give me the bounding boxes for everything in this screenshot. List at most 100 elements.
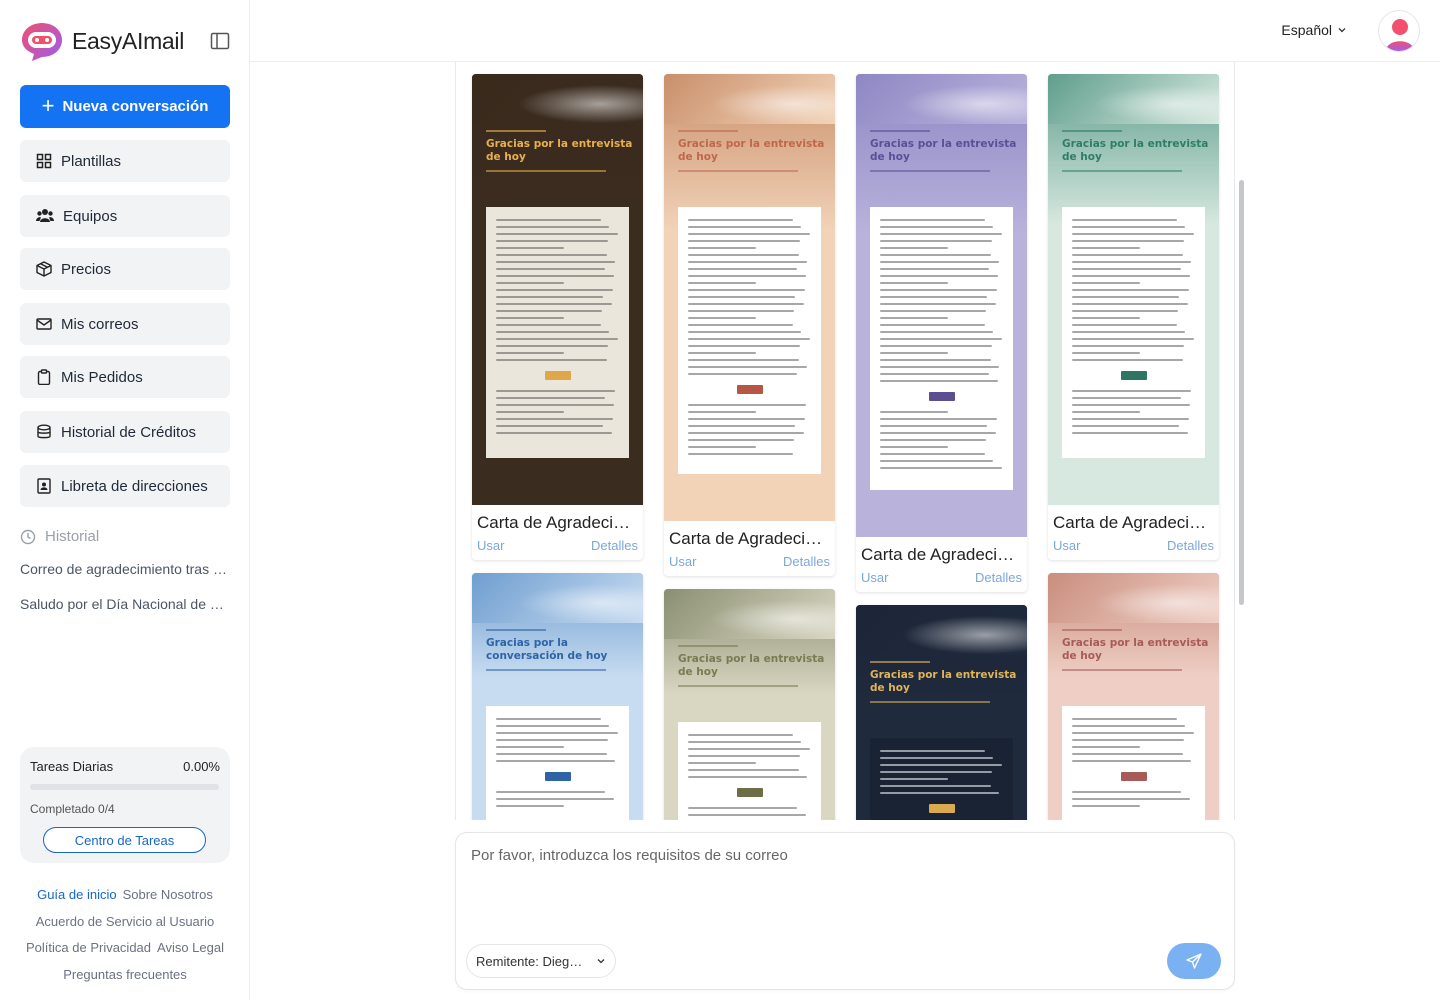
tasks-percent: 0.00% (183, 759, 220, 774)
template-card[interactable]: Gracias por la entrevista de hoyCarta de… (472, 74, 643, 560)
template-photo (472, 74, 643, 124)
sidebar-item-label: Plantillas (61, 152, 122, 170)
template-text-line (688, 268, 798, 270)
history-item[interactable]: Saludo por el Día Nacional de China (20, 596, 230, 612)
template-heading: Gracias por la entrevista de hoy (678, 138, 825, 163)
logo[interactable]: EasyAImail (20, 20, 230, 64)
template-kicker (1062, 130, 1122, 132)
send-icon (1186, 953, 1202, 969)
template-preview-image: Gracias por la conversación de hoy (472, 573, 643, 820)
use-template-link[interactable]: Usar (669, 554, 696, 570)
user-avatar[interactable] (1378, 10, 1420, 52)
template-text-line (688, 275, 807, 277)
template-text-line (880, 303, 996, 305)
template-details-link[interactable]: Detalles (591, 538, 638, 554)
history-item[interactable]: Correo de agradecimiento tras entrevista (20, 561, 230, 577)
sidebar-toggle-icon[interactable] (210, 32, 230, 50)
template-card[interactable]: Gracias por la entrevista de hoyCarta de… (1048, 573, 1219, 820)
template-text-line (496, 310, 602, 312)
template-text-line (688, 418, 805, 420)
getting-started-link[interactable]: Guía de inicio (37, 887, 117, 902)
template-text-line (880, 366, 1000, 368)
sidebar-item-label: Equipos (63, 207, 118, 225)
template-card[interactable]: Gracias por la entrevista de hoyCarta de… (664, 589, 835, 820)
template-preview-image: Gracias por la entrevista de hoy (472, 74, 643, 505)
sidebar-item-mis-pedidos[interactable]: Mis Pedidos (20, 356, 230, 398)
template-text-line (880, 254, 991, 256)
template-text-line (688, 762, 756, 764)
template-text-line (688, 331, 802, 333)
template-text-line (1072, 732, 1194, 734)
template-preview-image: Gracias por la entrevista de hoy (664, 74, 835, 521)
use-template-link[interactable]: Usar (861, 570, 888, 586)
template-card[interactable]: Gracias por la entrevista de hoyCarta de… (856, 605, 1027, 820)
sidebar-item-equipos[interactable]: Equipos (20, 195, 230, 237)
template-text-line (688, 425, 795, 427)
template-text-line (496, 798, 615, 800)
template-text-line (1072, 219, 1177, 221)
template-card[interactable]: Gracias por la entrevista de hoyCarta de… (664, 74, 835, 576)
template-kicker (678, 645, 738, 647)
template-text-line (880, 240, 992, 242)
template-text-line (880, 268, 990, 270)
template-details-link[interactable]: Detalles (783, 554, 830, 570)
template-card[interactable]: Gracias por la entrevista de hoyCarta de… (1048, 74, 1219, 560)
new-conversation-button[interactable]: + Nueva conversación (20, 85, 230, 128)
template-text-line (496, 805, 564, 807)
language-selector[interactable]: Español (1281, 22, 1347, 38)
sidebar-item-label: Precios (61, 260, 112, 278)
sidebar-item-mis-correos[interactable]: Mis correos (20, 303, 230, 345)
template-text-line (1072, 289, 1189, 291)
requirements-input[interactable] (471, 847, 1211, 927)
faq-link[interactable]: Preguntas frecuentes (63, 967, 187, 982)
template-text-line (880, 750, 985, 752)
template-text-line (688, 247, 756, 249)
top-bar: Español (250, 0, 1440, 62)
about-link[interactable]: Sobre Nosotros (123, 887, 213, 902)
sidebar-item-precios[interactable]: Precios (20, 248, 230, 290)
template-photo (664, 74, 835, 124)
template-text-line (496, 275, 615, 277)
template-text-line (880, 460, 994, 462)
sender-select[interactable]: Remitente: Diego Martínez (466, 944, 616, 978)
template-preview-image: Gracias por la entrevista de hoy (1048, 74, 1219, 505)
template-text-line (496, 418, 613, 420)
template-text-line (880, 345, 992, 347)
template-text-line (880, 317, 948, 319)
use-template-link[interactable]: Usar (1053, 538, 1080, 554)
template-text-line (880, 275, 999, 277)
template-details-link[interactable]: Detalles (975, 570, 1022, 586)
template-photo (1048, 573, 1219, 623)
template-text-line (496, 397, 606, 399)
sidebar-item-historial-creditos[interactable]: Historial de Créditos (20, 411, 230, 453)
template-card[interactable]: Gracias por la entrevista de hoyCarta de… (856, 74, 1027, 592)
template-card[interactable]: Gracias por la conversación de hoyCarta … (472, 573, 643, 820)
tasks-progress-bar (30, 784, 219, 790)
clipboard-icon (37, 369, 51, 385)
gallery-scrollbar[interactable] (1239, 180, 1244, 605)
sidebar-item-plantillas[interactable]: Plantillas (20, 140, 230, 182)
daily-tasks-card: Tareas Diarias 0.00% Completado 0/4 Cent… (20, 747, 230, 863)
template-text-line (1072, 432, 1188, 434)
template-letter-body (1062, 207, 1205, 458)
template-text-line (496, 732, 618, 734)
template-button-mark (736, 385, 763, 394)
privacy-link[interactable]: Política de Privacidad (26, 940, 151, 955)
template-text-line (880, 446, 948, 448)
footer-links: Guía de inicio Sobre Nosotros Acuerdo de … (0, 882, 250, 988)
history-header: Historial (20, 528, 99, 545)
template-text-line (496, 791, 606, 793)
legal-link[interactable]: Aviso Legal (157, 940, 224, 955)
template-details-link[interactable]: Detalles (1167, 538, 1214, 554)
template-text-line (880, 453, 985, 455)
terms-link[interactable]: Acuerdo de Servicio al Usuario (36, 914, 214, 929)
template-text-line (496, 296, 603, 298)
send-button[interactable] (1167, 943, 1221, 979)
use-template-link[interactable]: Usar (477, 538, 504, 554)
template-text-line (688, 324, 793, 326)
sidebar-item-libreta-direcciones[interactable]: Libreta de direcciones (20, 465, 230, 507)
template-text-line (880, 226, 994, 228)
task-center-button[interactable]: Centro de Tareas (43, 827, 206, 853)
template-subline (486, 170, 606, 172)
template-photo (856, 605, 1027, 655)
